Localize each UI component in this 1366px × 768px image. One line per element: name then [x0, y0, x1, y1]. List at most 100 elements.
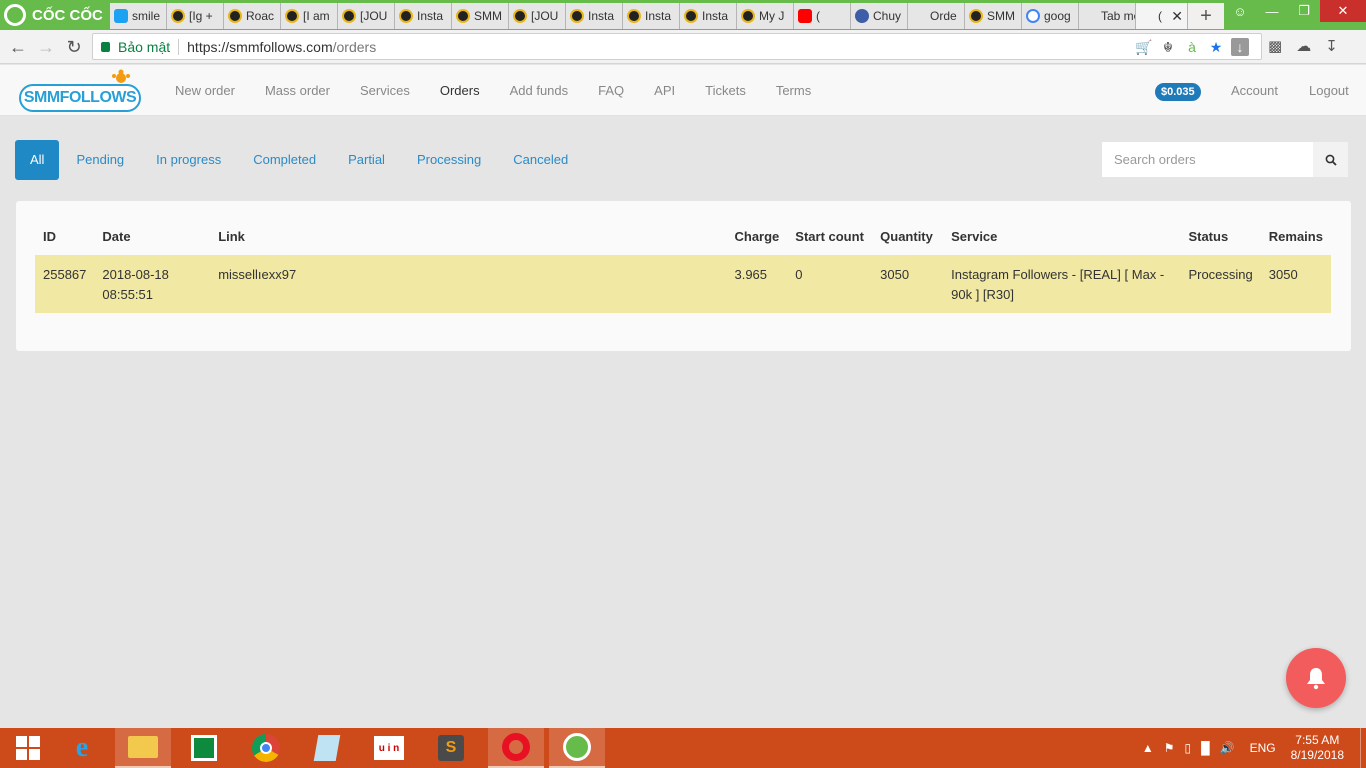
notepad-icon[interactable] — [299, 728, 355, 768]
site-icon — [171, 9, 185, 23]
browser-tab[interactable]: Insta — [566, 3, 623, 29]
close-tab-icon[interactable]: ✕ — [1171, 8, 1183, 25]
nav-add-funds[interactable]: Add funds — [510, 83, 569, 98]
translate-icon[interactable]: ☬ — [1159, 38, 1177, 56]
site-icon — [570, 9, 584, 23]
sublime-text-icon[interactable]: S — [423, 728, 479, 768]
cell-id: 255867 — [43, 267, 87, 282]
browser-tab[interactable]: [JOU — [338, 3, 395, 29]
cloud-extension-icon[interactable]: ☁ — [1296, 37, 1311, 55]
nav-mass-order[interactable]: Mass order — [265, 83, 330, 98]
browser-tab-title: [JOU — [360, 9, 388, 23]
browser-tab-strip: CỐC CỐC smile [Ig + Roac [I am [JOU Insta SMM [… — [0, 0, 1366, 30]
browser-tab[interactable]: Roac — [224, 3, 281, 29]
browser-tab[interactable]: goog — [1022, 3, 1079, 29]
browser-brand[interactable]: CỐC CỐC — [0, 0, 112, 30]
restore-icon[interactable]: ❐ — [1288, 0, 1320, 22]
close-window-icon[interactable]: ✕ — [1320, 0, 1366, 22]
browser-tab[interactable]: My J — [737, 3, 794, 29]
browser-tab-title: Insta — [588, 9, 615, 23]
notification-button[interactable] — [1286, 648, 1346, 708]
site-icon — [456, 9, 470, 23]
browser-tab[interactable]: Insta — [680, 3, 737, 29]
nav-orders[interactable]: Orders — [440, 83, 480, 98]
nav-services[interactable]: Services — [360, 83, 410, 98]
site-icon — [969, 9, 983, 23]
filter-pending[interactable]: Pending — [61, 140, 139, 180]
filter-processing[interactable]: Processing — [402, 140, 496, 180]
action-center-flag-icon[interactable]: ⚑ — [1164, 741, 1175, 755]
spellcheck-icon[interactable]: à — [1183, 38, 1201, 56]
minimize-icon[interactable]: — — [1256, 0, 1288, 22]
site-icon — [684, 9, 698, 23]
browser-tab-title: Insta — [645, 9, 672, 23]
account-link[interactable]: Account — [1231, 65, 1278, 116]
extension-icon[interactable]: ▩ — [1268, 37, 1282, 55]
nav-terms[interactable]: Terms — [776, 83, 811, 98]
browser-tab[interactable]: [Ig + — [167, 3, 224, 29]
reload-icon[interactable]: ↻ — [64, 37, 84, 57]
filter-all[interactable]: All — [15, 140, 60, 180]
column-header-link: Link — [218, 228, 245, 244]
volume-icon[interactable]: 🔊 — [1220, 741, 1235, 755]
google-icon — [1026, 9, 1040, 23]
cell-status: Processing — [1188, 267, 1253, 282]
filter-in-progress[interactable]: In progress — [141, 140, 236, 180]
unikey-icon[interactable]: u i n — [361, 728, 417, 768]
browser-tab[interactable]: SMM — [452, 3, 509, 29]
site-icon — [342, 9, 356, 23]
browser-tab[interactable]: [I am — [281, 3, 338, 29]
browser-tab[interactable]: Chuy — [851, 3, 908, 29]
filter-canceled[interactable]: Canceled — [498, 140, 583, 180]
chrome-icon[interactable] — [238, 728, 294, 768]
browser-tab[interactable]: SMM — [965, 3, 1022, 29]
filter-completed[interactable]: Completed — [238, 140, 331, 180]
forward-icon[interactable]: → — [36, 37, 56, 57]
battery-icon[interactable]: ▯ — [1185, 741, 1192, 755]
browser-tab-title: goog — [1044, 9, 1071, 23]
browser-tab-title: Roac — [246, 9, 275, 23]
filter-partial[interactable]: Partial — [333, 140, 400, 180]
back-icon[interactable]: ← — [8, 37, 28, 57]
browser-tab-title: [I am — [303, 9, 330, 23]
nav-tickets[interactable]: Tickets — [705, 83, 746, 98]
browser-tab[interactable]: Insta — [623, 3, 680, 29]
download-icon[interactable]: ↓ — [1231, 38, 1249, 56]
language-indicator[interactable]: ENG — [1250, 741, 1276, 755]
browser-tab[interactable]: Insta — [395, 3, 452, 29]
downloads-menu-icon[interactable]: ↧ — [1325, 37, 1338, 55]
shopping-cart-icon[interactable]: 🛒 — [1135, 38, 1153, 56]
new-tab-icon[interactable]: + — [1188, 3, 1224, 29]
balance-badge[interactable]: $0.035 — [1155, 83, 1201, 101]
nav-new-order[interactable]: New order — [175, 83, 235, 98]
nav-faq[interactable]: FAQ — [598, 83, 624, 98]
bookmark-star-icon[interactable]: ★ — [1207, 38, 1225, 56]
clock[interactable]: 7:55 AM 8/19/2018 — [1291, 733, 1344, 763]
bell-icon — [1307, 668, 1325, 690]
cell-date: 2018-08-18 08:55:51 — [94, 255, 210, 313]
file-explorer-icon[interactable] — [115, 728, 171, 768]
start-button[interactable] — [0, 728, 56, 768]
coccoc-taskbar-icon[interactable] — [549, 728, 605, 768]
site-logo[interactable]: SMMFOLLOWS — [19, 69, 141, 113]
browser-tab[interactable]: ( — [794, 3, 851, 29]
nav-api[interactable]: API — [654, 83, 675, 98]
opera-icon[interactable] — [488, 728, 544, 768]
internet-explorer-icon[interactable]: e — [54, 728, 110, 768]
tab-list: smile [Ig + Roac [I am [JOU Insta SMM [JOU Insta… — [110, 2, 1224, 30]
browser-tab[interactable]: (✕ — [1136, 3, 1188, 29]
search-input[interactable] — [1102, 142, 1313, 177]
browser-tab[interactable]: [JOU — [509, 3, 566, 29]
url-field[interactable]: Bảo mật https://smmfollows.com/orders 🛒 … — [92, 33, 1262, 60]
browser-tab[interactable]: smile — [110, 3, 167, 29]
store-icon[interactable] — [176, 728, 232, 768]
browser-tab[interactable]: Orde — [908, 3, 965, 29]
show-desktop-button[interactable] — [1360, 728, 1366, 768]
logout-link[interactable]: Logout — [1309, 65, 1349, 116]
network-icon[interactable]: █ — [1201, 741, 1210, 755]
search-button[interactable] — [1313, 142, 1348, 177]
tray-expand-icon[interactable]: ▲ — [1142, 741, 1154, 755]
cell-remains: 3050 — [1268, 267, 1298, 282]
browser-tab[interactable]: Tab mới — [1079, 3, 1136, 29]
profile-icon[interactable]: ☺ — [1224, 0, 1256, 22]
